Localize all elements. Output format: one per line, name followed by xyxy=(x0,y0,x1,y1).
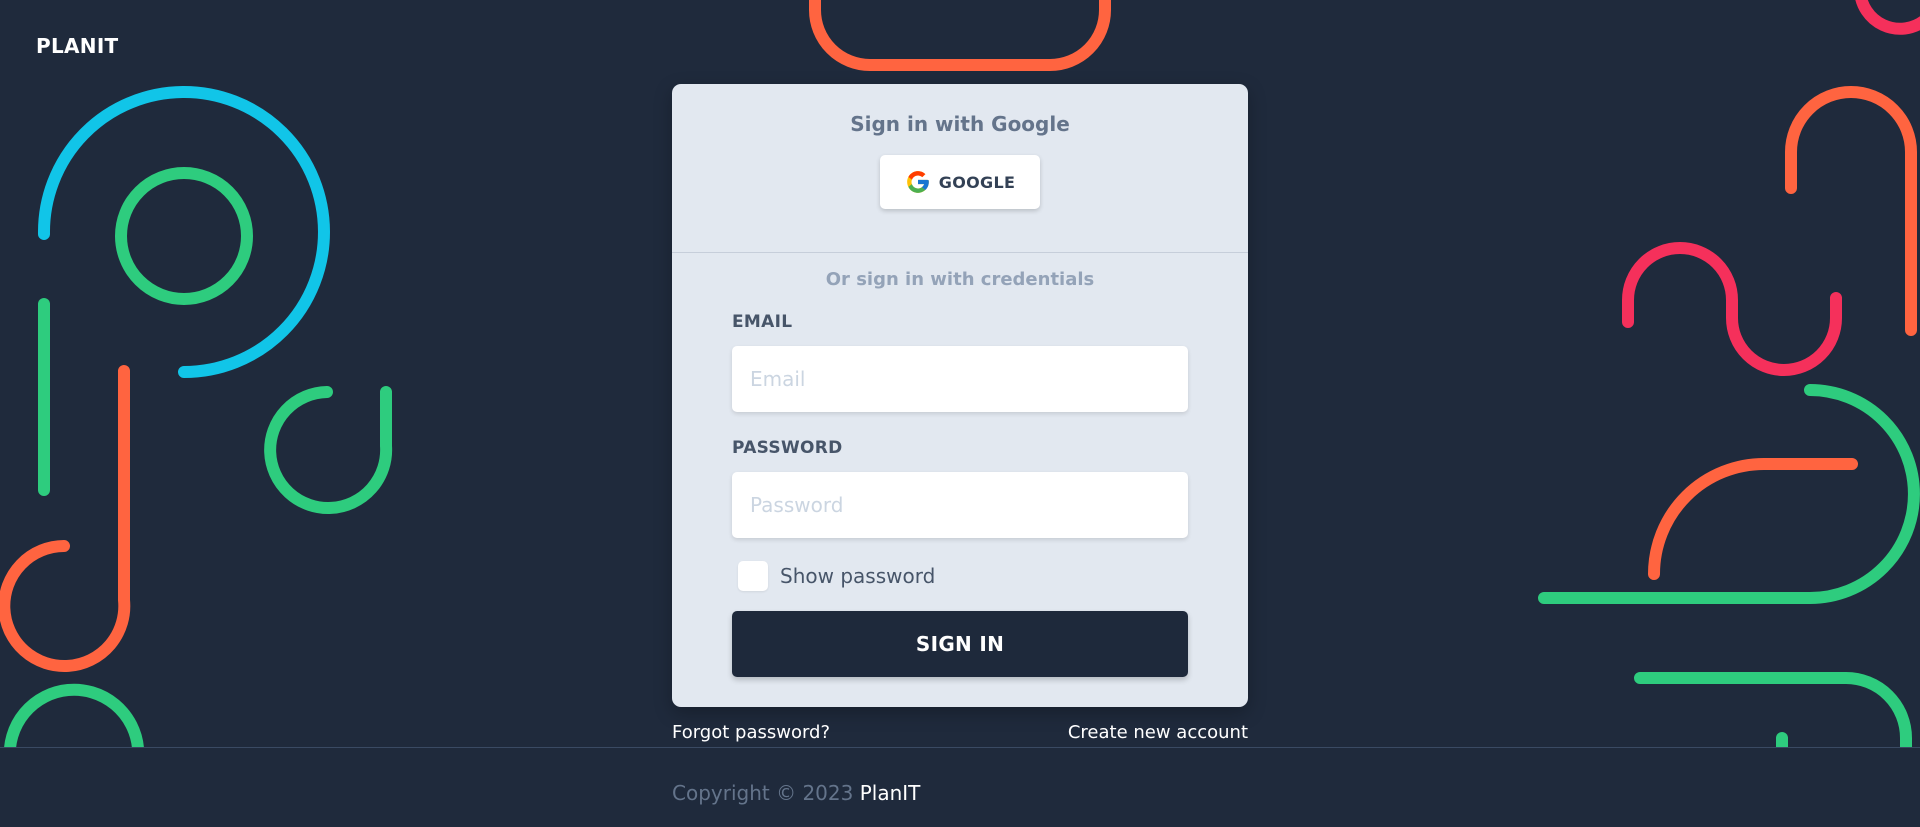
deco-green-arc-bottom-right xyxy=(1634,672,1912,748)
deco-orange-u-top xyxy=(809,0,1111,71)
forgot-password-link[interactable]: Forgot password? xyxy=(672,722,830,743)
credentials-heading: Or sign in with credentials xyxy=(825,269,1095,290)
google-signin-heading: Sign in with Google xyxy=(850,112,1070,136)
password-input[interactable] xyxy=(732,472,1188,538)
show-password-label[interactable]: Show password xyxy=(780,564,935,588)
deco-pink-s xyxy=(1622,242,1842,376)
deco-orange-arc-right xyxy=(1785,86,1917,336)
deco-blue-arc xyxy=(37,86,330,378)
create-account-link[interactable]: Create new account xyxy=(1068,722,1248,743)
email-label: EMAIL xyxy=(732,312,793,332)
deco-orange-hook-left xyxy=(0,365,131,672)
sign-in-button[interactable]: SIGN IN xyxy=(732,611,1188,677)
footer-brand-link[interactable]: PlanIT xyxy=(860,781,921,805)
account-links: Forgot password? Create new account xyxy=(672,722,1248,743)
google-signin-button[interactable]: GOOGLE xyxy=(880,155,1040,209)
login-card: Sign in with Google GOOGLE Or sign in wi… xyxy=(672,84,1248,707)
deco-orange-arc-mid-right xyxy=(1648,458,1858,580)
deco-pink-arc-top-right xyxy=(1855,0,1920,35)
deco-green-arc-bottom xyxy=(4,683,144,748)
show-password-checkbox[interactable] xyxy=(738,561,768,591)
show-password-row: Show password xyxy=(732,561,935,591)
deco-green-big-arc-right xyxy=(1538,384,1920,604)
brand-logo-text[interactable]: PLANIT xyxy=(36,34,119,58)
email-input[interactable] xyxy=(732,346,1188,412)
google-logo-icon xyxy=(905,169,931,195)
google-signin-section: Sign in with Google GOOGLE xyxy=(672,84,1248,253)
footer: Copyright © 2023 PlanIT xyxy=(0,747,1920,827)
deco-green-j xyxy=(264,386,393,514)
copyright-text: Copyright © 2023 xyxy=(672,781,854,805)
footer-copyright: Copyright © 2023 PlanIT xyxy=(672,781,920,805)
google-button-label: GOOGLE xyxy=(938,172,1016,192)
deco-green-circle xyxy=(115,167,253,305)
password-label: PASSWORD xyxy=(732,438,843,458)
